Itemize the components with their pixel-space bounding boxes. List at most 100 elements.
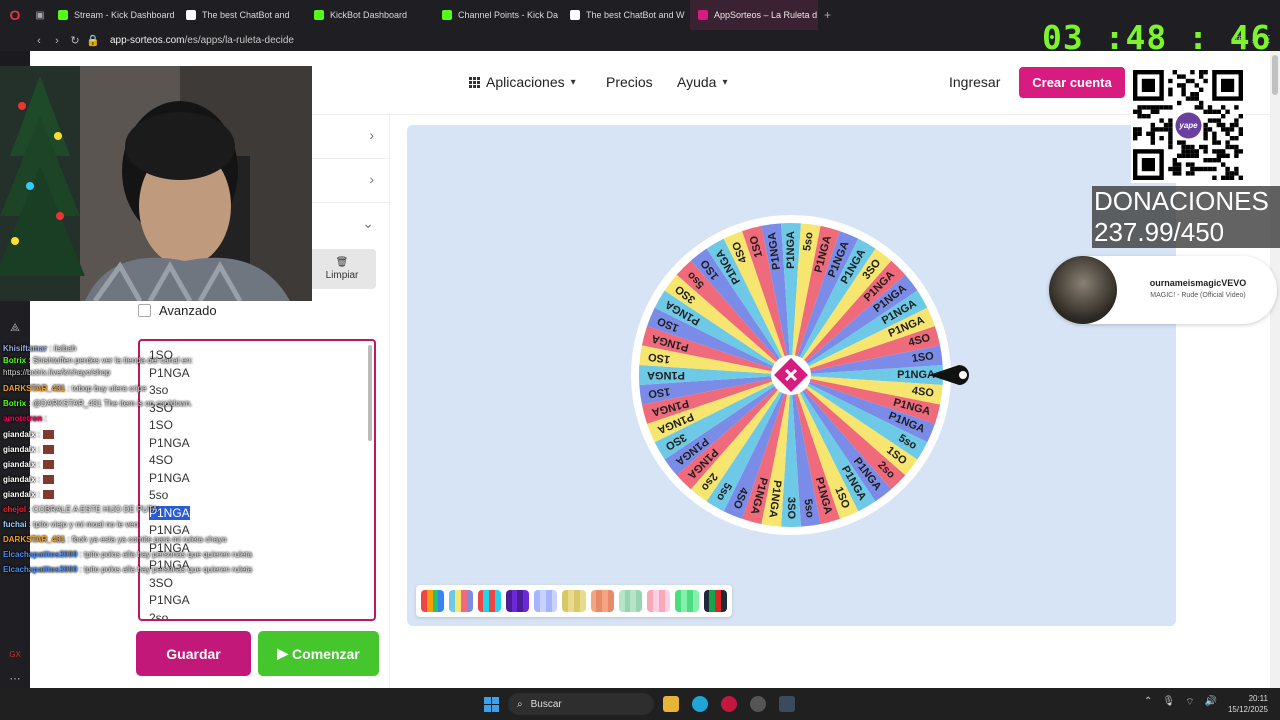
- browser-tab[interactable]: Channel Points - Kick Da: [434, 0, 562, 30]
- qr-module: [1194, 149, 1199, 154]
- qr-module: [1146, 114, 1151, 119]
- scrollbar-thumb[interactable]: [1272, 55, 1278, 95]
- chat-username[interactable]: Khisiftamar: [3, 344, 47, 353]
- qr-module: [1190, 144, 1195, 150]
- page-scrollbar[interactable]: [1270, 51, 1280, 688]
- qr-module: [1159, 136, 1164, 141]
- chevron-down-icon: ▾: [722, 76, 728, 88]
- palette-swatch[interactable]: [703, 590, 727, 612]
- chat-username[interactable]: DARKSTAR_431: [3, 535, 65, 544]
- qr-module: [1194, 166, 1199, 172]
- qr-module: [1150, 122, 1155, 128]
- nav-aplicaciones[interactable]: Aplicaciones ▾: [469, 74, 576, 90]
- network-icon[interactable]: ⌔: [1185, 696, 1194, 709]
- new-tab-icon[interactable]: +: [818, 8, 837, 22]
- chat-username[interactable]: giandalx: [3, 490, 35, 499]
- avanzado-checkbox[interactable]: [138, 304, 151, 317]
- nav-precios[interactable]: Precios: [606, 74, 653, 90]
- browser-tab-label: The best ChatBot and W: [586, 10, 685, 20]
- chat-text: :: [37, 475, 40, 484]
- chat-username[interactable]: amotetron: [3, 414, 42, 423]
- browser-tab[interactable]: The best ChatBot and W: [562, 0, 690, 30]
- chat-message: DARKSTAR_431 : tobop buy ulera cripe: [3, 384, 147, 393]
- chat-text: :: [37, 460, 40, 469]
- qr-module: [1194, 83, 1199, 88]
- palette-swatch[interactable]: [534, 590, 558, 612]
- qr-module: [1168, 122, 1173, 128]
- qr-module: [1194, 105, 1199, 110]
- clock[interactable]: 20:11 15/12/2025: [1228, 693, 1268, 715]
- palette-swatch[interactable]: [562, 590, 586, 612]
- qr-finder: [1141, 78, 1155, 92]
- palette-swatch[interactable]: [618, 590, 643, 612]
- sidebar-more-icon[interactable]: ⋯: [8, 672, 22, 685]
- chat-username[interactable]: fuchai: [3, 520, 27, 529]
- palette-swatch[interactable]: [449, 590, 473, 612]
- palette-swatch[interactable]: [590, 590, 614, 612]
- chat-username[interactable]: DARKSTAR_431: [3, 384, 65, 393]
- chat-username[interactable]: Botrix: [3, 356, 26, 365]
- limpiar-button[interactable]: 🗑 Limpiar: [308, 249, 376, 289]
- palette-swatch[interactable]: [647, 590, 671, 612]
- chat-username[interactable]: giandalx: [3, 430, 35, 439]
- palette-swatch[interactable]: [675, 590, 699, 612]
- chat-username[interactable]: Botrix: [3, 399, 26, 408]
- reload-icon[interactable]: ↻: [66, 34, 84, 47]
- sidebar-app-icon[interactable]: ⟁: [8, 322, 22, 335]
- chat-username[interactable]: giandalx: [3, 460, 35, 469]
- nav-precios-label: Precios: [606, 74, 653, 90]
- qr-module: [1199, 74, 1204, 79]
- chat-username[interactable]: giandalx: [3, 475, 35, 484]
- taskbar-search[interactable]: ⌕ Buscar: [508, 693, 654, 715]
- qr-module: [1172, 162, 1177, 167]
- chat-username[interactable]: giandalx: [3, 445, 35, 454]
- taskbar: ⌕ Buscar ⌃ 🎙 ⌔ 🔊 20:11 15/12/2025: [0, 688, 1280, 720]
- palette-swatch[interactable]: [477, 590, 501, 612]
- qr-module: [1185, 153, 1191, 158]
- chat-message: giandalx :: [3, 430, 54, 440]
- chat-text: :: [37, 445, 40, 454]
- qr-module: [1207, 105, 1213, 110]
- back-icon[interactable]: ‹: [30, 35, 48, 47]
- chat-message: giandalx :: [3, 460, 54, 470]
- file-explorer-icon[interactable]: [663, 696, 679, 712]
- url-field[interactable]: app-sorteos.com/es/apps/la-ruleta-decide: [110, 35, 294, 46]
- opera-gx-icon[interactable]: [721, 696, 737, 712]
- edge-icon[interactable]: [692, 696, 708, 712]
- nav-ayuda[interactable]: Ayuda ▾: [677, 74, 727, 90]
- chat-username[interactable]: chejol: [3, 505, 26, 514]
- prize-wheel[interactable]: P1NGA4SOP1NGAP1NGA5so1SO2soP1NGAP1NGA1SO…: [407, 125, 1176, 626]
- palette-swatch[interactable]: [421, 590, 445, 612]
- chat-emote-icon: [42, 490, 54, 500]
- browser-tab[interactable]: Stream - Kick Dashboard: [50, 0, 178, 30]
- kick-icon: [58, 10, 68, 20]
- chat-text: : tpito viejo y mi moal no le veo: [28, 520, 139, 529]
- volume-icon[interactable]: 🔊: [1205, 696, 1217, 709]
- opera-logo-icon[interactable]: O: [0, 0, 30, 30]
- browser-tab[interactable]: The best ChatBot and: [178, 0, 306, 30]
- textarea-scrollbar[interactable]: [368, 345, 372, 441]
- sidebar-gx-icon[interactable]: GX: [8, 650, 22, 659]
- guardar-button[interactable]: Guardar: [136, 631, 251, 676]
- qr-module: [1234, 105, 1239, 110]
- comenzar-button[interactable]: ▶ Comenzar: [258, 631, 379, 676]
- qr-module: [1212, 140, 1217, 145]
- chat-username[interactable]: Elcachapatitos3000: [3, 565, 77, 574]
- browser-tab[interactable]: AppSorteos – La Ruleta d: [690, 0, 818, 30]
- tab-menu-icon[interactable]: ▣: [30, 10, 50, 21]
- forward-icon[interactable]: ›: [48, 35, 66, 47]
- ingresar-link[interactable]: Ingresar: [949, 74, 1000, 90]
- chat-message: giandalx :: [3, 490, 54, 500]
- app-icon[interactable]: [750, 696, 766, 712]
- browser-tab[interactable]: KickBot Dashboard: [306, 0, 434, 30]
- qr-module: [1172, 166, 1177, 172]
- crear-cuenta-button[interactable]: Crear cuenta: [1019, 67, 1125, 98]
- calculator-icon[interactable]: [779, 696, 795, 712]
- avanzado-checkbox-row[interactable]: Avanzado: [138, 303, 217, 318]
- windows-start-icon[interactable]: [484, 697, 499, 712]
- palette-swatch[interactable]: [505, 590, 530, 612]
- mic-icon[interactable]: 🎙: [1162, 696, 1175, 709]
- qr-module: [1203, 144, 1208, 150]
- chevron-up-icon[interactable]: ⌃: [1144, 696, 1152, 709]
- chat-username[interactable]: Elcachapatitos3000: [3, 550, 77, 559]
